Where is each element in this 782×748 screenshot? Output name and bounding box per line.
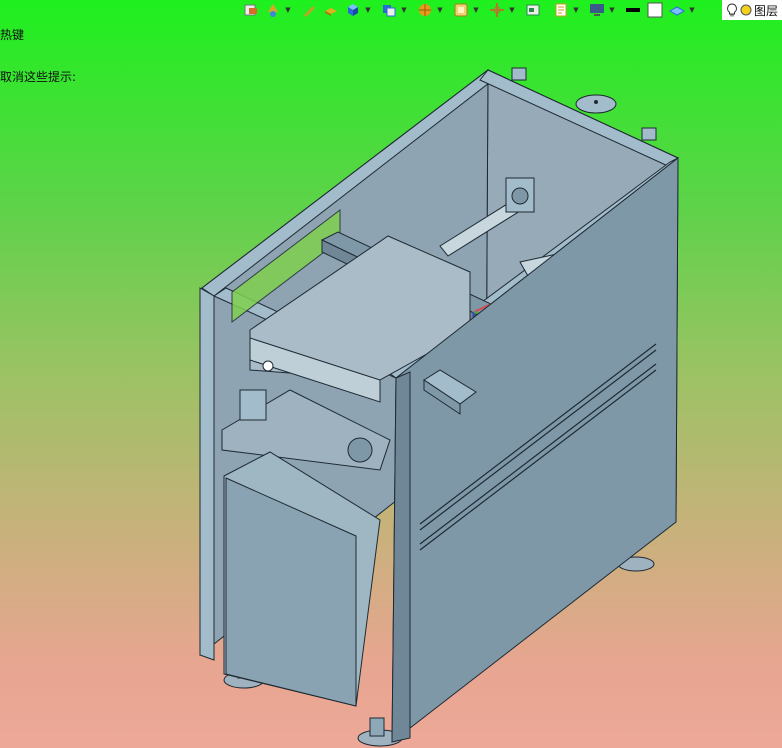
lower-roller bbox=[347, 437, 373, 463]
section-view-icon[interactable] bbox=[414, 0, 436, 20]
color-circle-icon bbox=[740, 4, 752, 16]
apply-scene-icon[interactable] bbox=[666, 0, 688, 20]
chevron-down-icon[interactable]: ▼ bbox=[608, 0, 616, 20]
left-front-post bbox=[199, 287, 215, 661]
hide-show-icon[interactable] bbox=[522, 0, 544, 20]
monitor-display-icon[interactable] bbox=[586, 0, 608, 20]
layer-panel-toggle[interactable]: 图层 bbox=[722, 0, 782, 20]
line-style-icon[interactable] bbox=[622, 0, 644, 20]
feature-extrude-icon[interactable] bbox=[320, 0, 342, 20]
edit-appearance-icon[interactable] bbox=[550, 0, 572, 20]
chevron-down-icon[interactable]: ▼ bbox=[508, 0, 516, 20]
smart-dimension-icon[interactable] bbox=[262, 0, 284, 20]
lifting-lug-top bbox=[511, 67, 527, 81]
cad-viewport[interactable] bbox=[0, 20, 782, 748]
chevron-down-icon[interactable]: ▼ bbox=[284, 0, 292, 20]
chevron-down-icon[interactable]: ▼ bbox=[572, 0, 580, 20]
lower-bearing-block bbox=[239, 389, 267, 421]
sketch-pencil-icon[interactable] bbox=[298, 0, 320, 20]
chevron-down-icon[interactable]: ▼ bbox=[436, 0, 444, 20]
layer-label: 图层 bbox=[754, 3, 779, 18]
bearing-block-left bbox=[505, 177, 535, 213]
chevron-down-icon[interactable]: ▼ bbox=[400, 0, 408, 20]
chevron-down-icon[interactable]: ▼ bbox=[364, 0, 372, 20]
insert-component-icon[interactable] bbox=[240, 0, 262, 20]
zoom-area-icon[interactable] bbox=[450, 0, 472, 20]
view-orientation-icon[interactable] bbox=[342, 0, 364, 20]
lifting-lug-right bbox=[641, 127, 657, 141]
chevron-down-icon[interactable]: ▼ bbox=[472, 0, 480, 20]
top-mounting-plate bbox=[575, 94, 617, 114]
lightbulb-icon bbox=[727, 3, 737, 17]
motor-shaft bbox=[262, 360, 274, 372]
scene-box-icon[interactable] bbox=[644, 0, 666, 20]
chevron-down-icon[interactable]: ▼ bbox=[688, 0, 696, 20]
heads-up-view-toolbar: ▼ ▼ ▼ ▼ ▼ ▼ ▼ ▼ ▼ bbox=[240, 0, 696, 20]
move-component-icon[interactable] bbox=[486, 0, 508, 20]
display-style-icon[interactable] bbox=[378, 0, 400, 20]
